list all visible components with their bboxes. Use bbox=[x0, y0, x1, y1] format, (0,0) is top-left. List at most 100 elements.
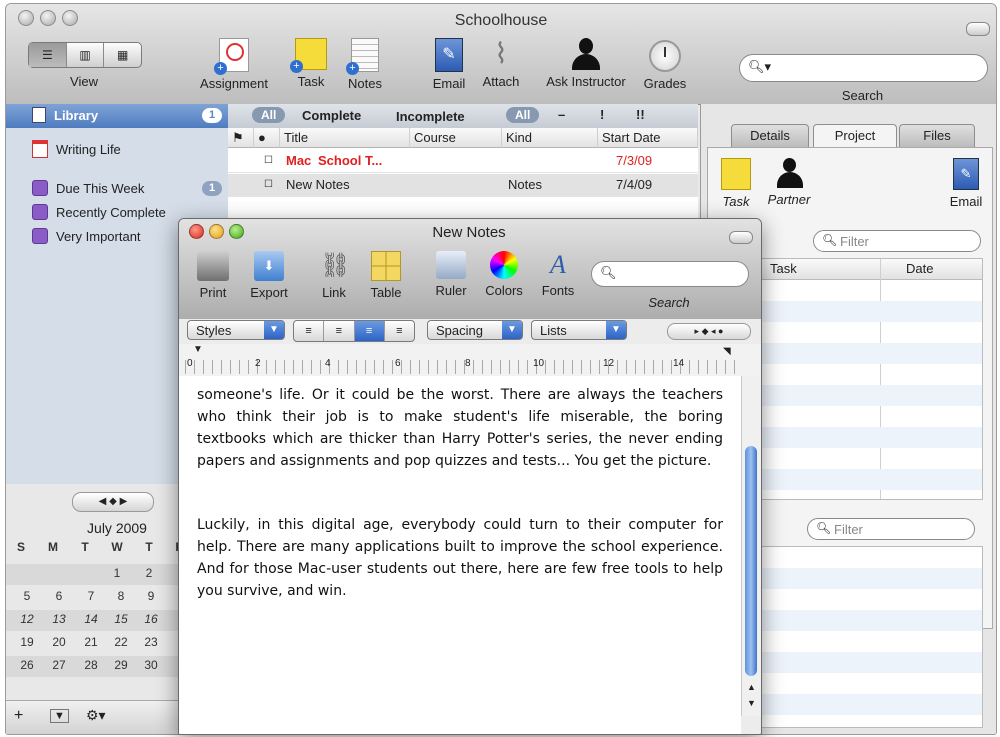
status-column-header[interactable]: ● bbox=[254, 128, 280, 148]
gear-icon[interactable]: ⚙▾ bbox=[86, 707, 106, 724]
calendar-day[interactable]: 16 bbox=[136, 612, 166, 626]
align-center-icon[interactable]: ≡ bbox=[324, 321, 355, 341]
calendar-view-icon[interactable]: ▦ bbox=[104, 43, 141, 67]
notes-search-input[interactable]: 🔍︎ bbox=[591, 261, 749, 287]
table-row[interactable]: ☐ Mac School T... 7/3/09 bbox=[228, 150, 698, 173]
alignment-control[interactable]: ≡ ≡ ≡ ≡ bbox=[293, 320, 415, 342]
colors-button[interactable]: Colors bbox=[479, 251, 529, 298]
scroll-down-icon[interactable]: ▼ bbox=[747, 698, 756, 708]
filter-complete-button[interactable]: Complete bbox=[302, 108, 361, 123]
lists-popup[interactable]: Lists ▼ bbox=[531, 320, 627, 340]
vertical-scrollbar[interactable]: ▲ ▼ bbox=[741, 376, 761, 716]
sidebar-item-very-important[interactable]: Very Important bbox=[32, 228, 141, 244]
toolbar-toggle-button[interactable] bbox=[966, 22, 990, 36]
priority-high-button[interactable]: !! bbox=[636, 107, 645, 122]
notes-close-button[interactable] bbox=[189, 224, 204, 239]
priority-all-button[interactable]: All bbox=[506, 107, 540, 123]
project-filter-input[interactable]: 🔍︎ Filter bbox=[813, 230, 981, 252]
sidebar-item-due-this-week[interactable]: Due This Week bbox=[32, 180, 144, 196]
align-right-icon[interactable]: ≡ bbox=[385, 321, 414, 341]
sidebar-item-writing-life[interactable]: Writing Life bbox=[32, 140, 121, 158]
kind-column-header[interactable]: Kind bbox=[502, 128, 598, 148]
title-column-header[interactable]: Title bbox=[280, 128, 410, 148]
email-button[interactable]: ✎ Email bbox=[424, 38, 474, 91]
calendar-day[interactable]: 22 bbox=[106, 635, 136, 649]
align-left-icon[interactable]: ≡ bbox=[294, 321, 325, 341]
ruler[interactable]: ▼ 0 2 4 6 8 10 12 14 ◥ bbox=[179, 344, 761, 377]
course-column-header[interactable]: Course bbox=[410, 128, 502, 148]
add-icon[interactable]: + bbox=[14, 707, 23, 725]
tab-details[interactable]: Details bbox=[731, 124, 809, 148]
calendar-day[interactable]: 13 bbox=[44, 612, 74, 626]
calendar-day[interactable]: 6 bbox=[44, 589, 74, 603]
indent-marker-icon[interactable]: ▼ bbox=[193, 344, 203, 355]
scroll-up-icon[interactable]: ▲ bbox=[747, 682, 756, 692]
note-text-area[interactable]: someone's life. Or it could be the worst… bbox=[179, 376, 741, 734]
notes-button[interactable]: + Notes bbox=[338, 38, 392, 91]
calendar-day[interactable]: 21 bbox=[76, 635, 106, 649]
files-filter-input[interactable]: 🔍︎ Filter bbox=[807, 518, 975, 540]
priority-medium-button[interactable]: ! bbox=[600, 107, 604, 122]
project-task-button[interactable]: Task bbox=[713, 158, 759, 209]
spacing-popup[interactable]: Spacing ▼ bbox=[427, 320, 523, 340]
calendar-day[interactable]: 2 bbox=[134, 566, 164, 580]
export-button[interactable]: ⬇ Export bbox=[243, 251, 295, 300]
filter-menu-icon[interactable]: ▼ bbox=[50, 709, 69, 723]
calendar-day[interactable]: 15 bbox=[106, 612, 136, 626]
calendar-day[interactable]: 5 bbox=[12, 589, 42, 603]
styles-popup[interactable]: Styles ▼ bbox=[187, 320, 285, 340]
task-column-header[interactable]: Task bbox=[770, 261, 797, 276]
calendar-day[interactable]: 12 bbox=[12, 612, 42, 626]
flag-column-header[interactable]: ⚑ bbox=[228, 128, 254, 148]
zoom-button[interactable] bbox=[62, 10, 78, 26]
close-button[interactable] bbox=[18, 10, 34, 26]
column-view-icon[interactable]: ▥ bbox=[67, 43, 105, 67]
notes-minimize-button[interactable] bbox=[209, 224, 224, 239]
calendar-day[interactable]: 14 bbox=[76, 612, 106, 626]
fonts-button[interactable]: A Fonts bbox=[535, 251, 581, 299]
project-email-button[interactable]: ✎ Email bbox=[943, 158, 989, 209]
scrollbar-thumb[interactable] bbox=[745, 446, 757, 676]
align-justify-icon[interactable]: ≡ bbox=[354, 321, 385, 341]
sidebar-item-recently-complete[interactable]: Recently Complete bbox=[32, 204, 166, 220]
calendar-day[interactable]: 20 bbox=[44, 635, 74, 649]
ask-instructor-button[interactable]: Ask Instructor bbox=[536, 38, 636, 89]
calendar-day[interactable]: 26 bbox=[12, 658, 42, 672]
calendar-day[interactable]: 27 bbox=[44, 658, 74, 672]
assignment-button[interactable]: + Assignment bbox=[194, 38, 274, 91]
minimize-button[interactable] bbox=[40, 10, 56, 26]
task-button[interactable]: + Task bbox=[284, 38, 338, 89]
calendar-day[interactable]: 9 bbox=[136, 589, 166, 603]
list-view-icon[interactable]: ☰ bbox=[29, 43, 67, 67]
tab-stops-control[interactable]: ▸ ◆ ◂ ● bbox=[667, 323, 751, 340]
tab-project[interactable]: Project bbox=[813, 124, 897, 147]
print-button[interactable]: Print bbox=[191, 251, 235, 300]
notes-toolbar-toggle[interactable] bbox=[729, 231, 753, 244]
calendar-nav[interactable]: ◀ ◆ ▶ bbox=[72, 492, 154, 512]
start-date-column-header[interactable]: Start Date bbox=[598, 128, 698, 148]
notes-zoom-button[interactable] bbox=[229, 224, 244, 239]
grades-button[interactable]: Grades bbox=[638, 40, 692, 91]
filter-incomplete-button[interactable]: Incomplete bbox=[396, 109, 465, 124]
calendar-day[interactable]: 8 bbox=[106, 589, 136, 603]
date-column-header[interactable]: Date bbox=[906, 261, 933, 276]
right-margin-marker-icon[interactable]: ◥ bbox=[723, 346, 731, 357]
filter-all-button[interactable]: All bbox=[252, 107, 286, 123]
calendar-day[interactable]: 30 bbox=[136, 658, 166, 672]
project-partner-button[interactable]: Partner bbox=[761, 158, 817, 207]
calendar-day[interactable]: 1 bbox=[102, 566, 132, 580]
calendar-day[interactable]: 28 bbox=[76, 658, 106, 672]
view-segmented-control[interactable]: ☰ ▥ ▦ bbox=[28, 42, 142, 68]
priority-none-button[interactable]: – bbox=[558, 107, 565, 122]
tab-files[interactable]: Files bbox=[899, 124, 975, 148]
calendar-day[interactable]: 23 bbox=[136, 635, 166, 649]
ruler-button[interactable]: Ruler bbox=[429, 251, 473, 298]
checkbox-icon[interactable]: ☐ bbox=[264, 150, 273, 172]
checkbox-icon[interactable]: ☐ bbox=[264, 174, 273, 196]
main-search-input[interactable]: 🔍︎▾ bbox=[739, 54, 988, 82]
table-row[interactable]: ☐ New Notes Notes 7/4/09 bbox=[228, 174, 698, 197]
table-button[interactable]: Table bbox=[363, 251, 409, 300]
calendar-day[interactable]: 19 bbox=[12, 635, 42, 649]
calendar-day[interactable]: 7 bbox=[76, 589, 106, 603]
calendar-day[interactable]: 29 bbox=[106, 658, 136, 672]
